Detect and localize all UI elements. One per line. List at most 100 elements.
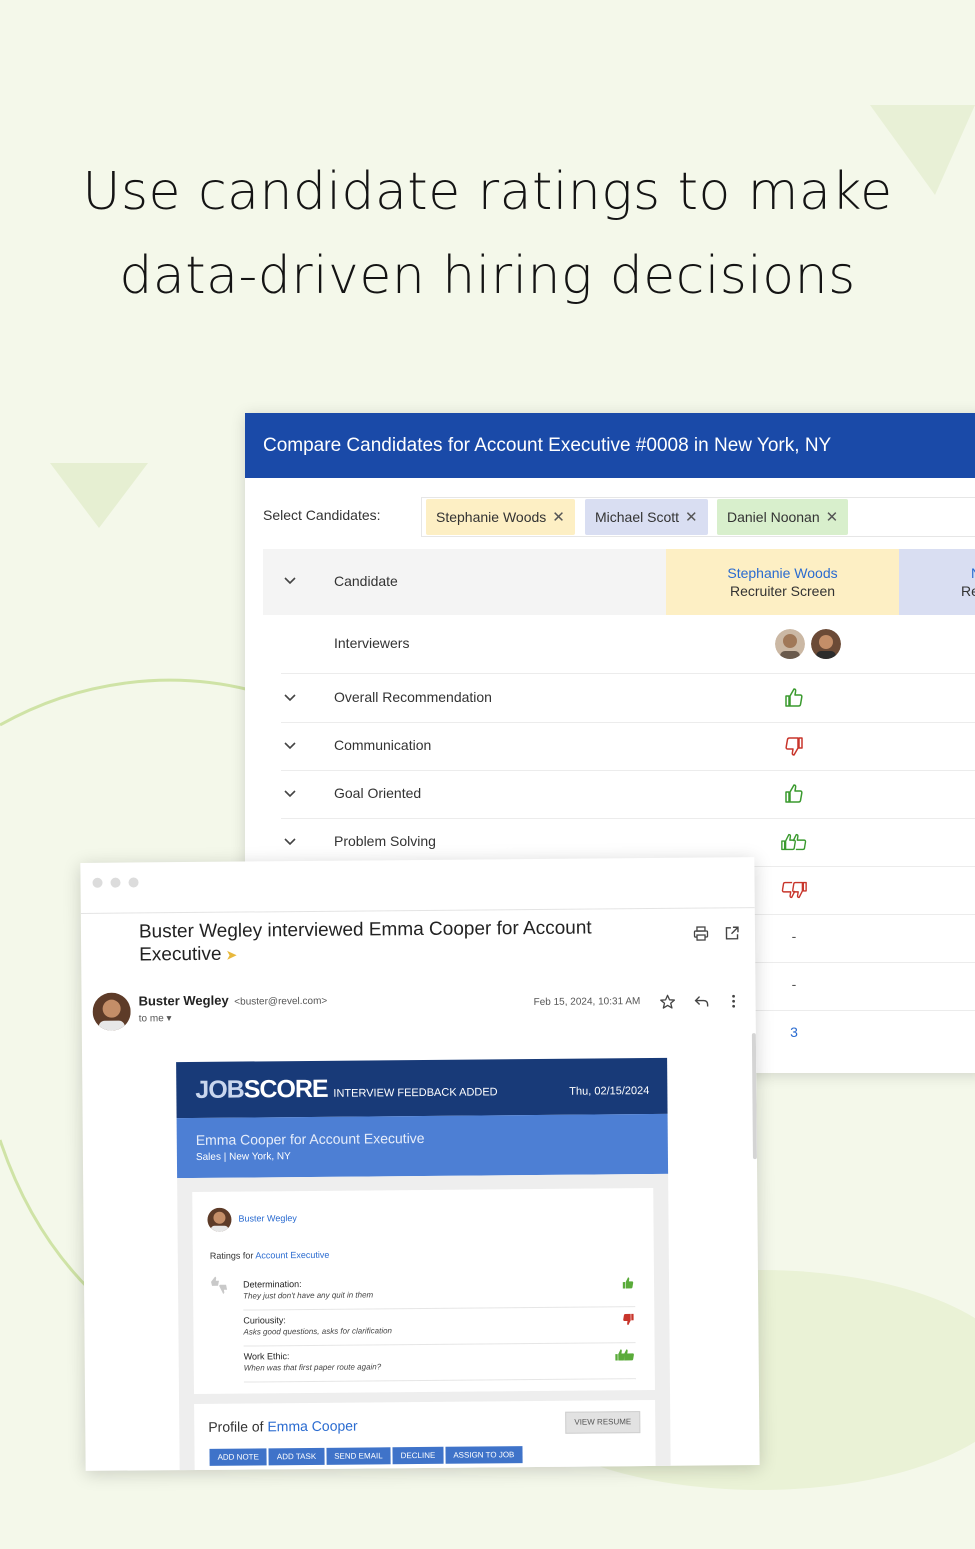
chevron-down-icon[interactable] <box>283 573 297 587</box>
candidate-column-label: Candidate <box>334 573 398 589</box>
profile-actions: ADD NOTE ADD TASK SEND EMAIL DECLINE ASSIGN … <box>209 1444 524 1466</box>
view-resume-button[interactable]: VIEW RESUME <box>565 1411 641 1434</box>
sender-name: Buster Wegley <box>138 992 229 1009</box>
remove-chip-icon[interactable]: ✕ <box>826 509 839 526</box>
rating-work-ethic: Work Ethic: When was that first paper ro… <box>243 1344 636 1383</box>
email-date: Feb 15, 2024, 10:31 AM <box>533 996 641 1009</box>
candidate-stage: Recruiter Screen <box>729 583 836 599</box>
notification-subtitle: Sales | New York, NY <box>195 1151 291 1163</box>
window-dot <box>128 877 139 888</box>
job-link[interactable]: Account Executive <box>255 1250 329 1261</box>
rating-comment: When was that first paper route again? <box>243 1362 382 1373</box>
chevron-down-icon[interactable] <box>283 834 297 848</box>
candidate-chip-daniel[interactable]: Daniel Noonan ✕ <box>717 499 849 535</box>
ratings-icon <box>211 1276 228 1294</box>
recipient-label: to me <box>138 1013 164 1025</box>
rating-value: - <box>791 976 797 992</box>
rating-total[interactable]: 3 <box>782 1024 806 1048</box>
double-thumbs-up-icon <box>781 833 807 851</box>
add-task-button[interactable]: ADD TASK <box>268 1447 325 1466</box>
decline-button[interactable]: DECLINE <box>392 1446 444 1465</box>
star-icon[interactable] <box>660 994 676 1010</box>
reply-icon[interactable] <box>694 993 710 1009</box>
rating-curiousity: Curiousity: Asks good questions, asks fo… <box>243 1308 636 1347</box>
row-label: Interviewers <box>334 635 410 651</box>
reviewer-avatar <box>207 1207 232 1232</box>
open-in-new-window-icon[interactable] <box>724 925 740 941</box>
window-dot <box>92 877 103 888</box>
sender: Buster Wegley <buster@revel.com> <box>139 992 328 1009</box>
reviewer-name[interactable]: Buster Wegley <box>238 1213 296 1224</box>
row-label: Problem Solving <box>334 833 436 849</box>
headline-line-2: data-driven hiring decisions <box>119 246 856 306</box>
thumbs-up-icon <box>785 784 803 803</box>
candidate-column-stephanie: Stephanie Woods Recruiter Screen <box>666 549 899 615</box>
chip-label: Stephanie Woods <box>436 509 547 525</box>
remove-chip-icon[interactable]: ✕ <box>685 509 698 526</box>
more-options-icon[interactable] <box>726 993 742 1009</box>
row-label: Communication <box>334 737 432 753</box>
assign-to-job-button[interactable]: ASSIGN TO JOB <box>445 1446 523 1464</box>
select-candidates-row: Select Candidates: Stephanie Woods ✕ Mich… <box>263 497 975 537</box>
row-interviewers: Interviewers <box>281 615 975 674</box>
rating-determination: Determination: They just don't have any … <box>242 1272 636 1311</box>
sender-email: <buster@revel.com> <box>234 995 328 1008</box>
avatar[interactable] <box>809 627 843 661</box>
candidate-chip-michael[interactable]: Michael Scott ✕ <box>585 499 708 535</box>
email-window: Buster Wegley interviewed Emma Cooper fo… <box>80 857 760 1471</box>
window-title-bar <box>80 857 755 914</box>
recipient-dropdown[interactable]: to me ▾ <box>139 1013 172 1024</box>
rating-name: Curiousity: <box>243 1315 286 1326</box>
double-thumbs-down-icon <box>781 881 807 899</box>
remove-chip-icon[interactable]: ✕ <box>552 509 565 526</box>
select-candidates-label: Select Candidates: <box>263 507 381 523</box>
profile-name-link[interactable]: Emma Cooper <box>267 1418 357 1435</box>
chip-label: Michael Scott <box>595 509 680 525</box>
headline-line-1: Use candidate ratings to make <box>82 162 893 222</box>
headline: Use candidate ratings to make data-drive… <box>0 150 975 318</box>
chevron-down-icon[interactable] <box>283 738 297 752</box>
rating-name: Work Ethic: <box>243 1351 290 1362</box>
important-marker-icon[interactable]: ➤ <box>225 944 237 967</box>
candidate-name-link[interactable]: N <box>971 565 975 581</box>
rating-value: - <box>791 928 797 944</box>
chip-label: Daniel Noonan <box>727 509 820 525</box>
candidate-name-link[interactable]: Stephanie Woods <box>666 565 899 581</box>
candidate-chip-stephanie[interactable]: Stephanie Woods ✕ <box>426 499 575 535</box>
row-communication: Communication <box>281 722 975 771</box>
add-note-button[interactable]: ADD NOTE <box>209 1448 267 1466</box>
sender-avatar[interactable] <box>92 992 131 1031</box>
profile-title: Profile of Emma Cooper <box>208 1417 358 1435</box>
chevron-down-icon[interactable] <box>283 786 297 800</box>
rating-comment: Asks good questions, asks for clarificat… <box>243 1326 393 1337</box>
notification-body: Buster Wegley Ratings for Account Execut… <box>177 1173 671 1471</box>
row-goal-oriented: Goal Oriented <box>281 770 975 819</box>
print-icon[interactable] <box>693 925 709 941</box>
chevron-down-icon[interactable] <box>283 690 297 704</box>
rating-name: Determination: <box>243 1279 302 1290</box>
candidate-chips[interactable]: Stephanie Woods ✕ Michael Scott ✕ Daniel N… <box>421 497 975 537</box>
thumbs-up-icon <box>785 688 803 707</box>
candidate-stage: Re <box>961 583 975 599</box>
candidate-column-michael: N Re <box>899 549 975 615</box>
compare-title: Compare Candidates for Account Executive… <box>245 413 975 478</box>
double-thumbs-up-icon <box>615 1349 634 1361</box>
email-subject: Buster Wegley interviewed Emma Cooper fo… <box>139 916 639 967</box>
notification-type: INTERVIEW FEEDBACK ADDED <box>333 1086 498 1100</box>
ratings-for: Ratings for Account Executive <box>209 1249 330 1261</box>
row-label: Overall Recommendation <box>334 689 492 705</box>
jobscore-logo: JOBSCORE <box>195 1074 328 1104</box>
candidate-profile: Profile of Emma Cooper VIEW RESUME ADD N… <box>194 1399 656 1471</box>
thumbs-up-icon <box>622 1277 634 1289</box>
avatar[interactable] <box>773 627 807 661</box>
jobscore-header: JOBSCORE INTERVIEW FEEDBACK ADDED Thu, 0… <box>176 1057 668 1119</box>
thumbs-down-icon <box>623 1313 634 1326</box>
window-dot <box>110 877 121 888</box>
notification-date: Thu, 02/15/2024 <box>569 1084 650 1098</box>
notification-title[interactable]: Emma Cooper for Account Executive <box>196 1130 425 1148</box>
thumbs-down-icon <box>785 737 803 756</box>
subject-text: Buster Wegley interviewed Emma Cooper fo… <box>138 917 592 966</box>
compare-table-header: Candidate Stephanie Woods Recruiter Scre… <box>263 549 975 615</box>
feedback-card: Buster Wegley Ratings for Account Execut… <box>192 1187 655 1394</box>
send-email-button[interactable]: SEND EMAIL <box>326 1447 391 1465</box>
